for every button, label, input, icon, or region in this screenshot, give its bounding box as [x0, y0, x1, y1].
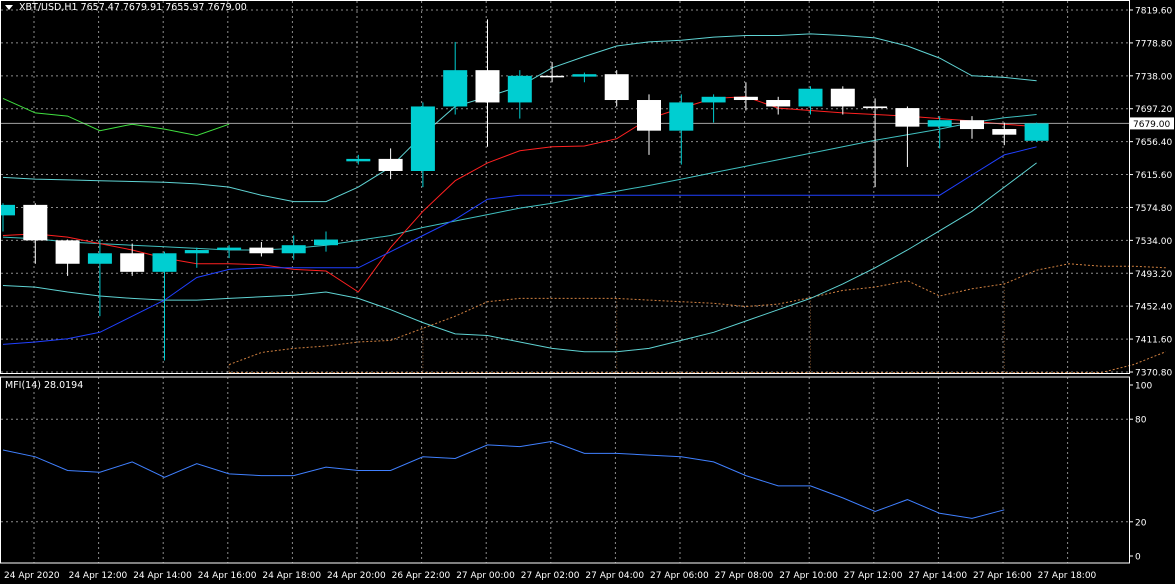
mfi-tick-label: 80: [1135, 416, 1147, 426]
candle-body: [346, 158, 371, 162]
candle-body: [152, 253, 177, 272]
candle-body: [960, 120, 984, 130]
symbol-info: XBT/USD,H1 7657.47 7679.91 7655.97 7679.…: [19, 2, 247, 13]
y-tick-label: 7411.60: [1135, 336, 1172, 346]
x-tick-label: 27 Apr 08:00: [715, 571, 774, 581]
y-tick-label: 7493.20: [1135, 270, 1172, 280]
x-tick-label: 27 Apr 00:00: [456, 571, 515, 581]
candle-body: [1024, 123, 1049, 141]
current-price-label: 7679.00: [1133, 120, 1170, 130]
candle-body: [378, 158, 403, 171]
mfi-tick-label: 20: [1135, 518, 1147, 528]
candle-body: [830, 88, 855, 107]
x-tick-label: 26 Apr 22:00: [392, 571, 451, 581]
x-tick-label: 24 Apr 14:00: [133, 571, 192, 581]
y-tick-label: 7534.00: [1135, 237, 1172, 247]
line-green_line: [2, 97, 230, 137]
x-tick-label: 24 Apr 18:00: [262, 571, 321, 581]
x-tick-label: 27 Apr 18:00: [1038, 571, 1097, 581]
candle-body: [507, 75, 532, 103]
cloud-cloud_lower: [229, 351, 1166, 374]
candle-body: [895, 108, 920, 127]
mfi-line: [2, 440, 1005, 519]
candle-body: [443, 70, 468, 107]
candle-body: [120, 253, 145, 272]
candle-body: [572, 74, 597, 77]
candle-body: [669, 102, 694, 131]
x-tick-label: 27 Apr 04:00: [585, 571, 644, 581]
y-tick-label: 7574.80: [1135, 204, 1172, 214]
candle-body: [55, 240, 80, 264]
candle-body: [87, 253, 112, 264]
candle-body: [184, 250, 209, 254]
main-panel-frame: [0, 0, 1130, 374]
candle-body: [863, 106, 888, 109]
x-tick-label: 27 Apr 16:00: [973, 571, 1032, 581]
y-tick-label: 7778.80: [1135, 39, 1172, 49]
candle-body: [0, 204, 15, 216]
candle-body: [701, 96, 726, 103]
axes: 24 Apr 2020 24 Apr 12:00 24 Apr 14:00 24 Ap…: [0, 0, 1174, 581]
y-tick-label: 7452.40: [1135, 303, 1172, 313]
y-tick-label: 7819.60: [1135, 7, 1172, 17]
mfi-tick-label: 0: [1135, 553, 1141, 563]
candle-body: [23, 204, 48, 241]
line-blue_line: [2, 146, 1037, 345]
grid: [1, 1, 1129, 563]
candle-body: [604, 74, 629, 101]
cloud-cloud_upper: [228, 263, 1166, 366]
candle-body: [475, 70, 500, 103]
candle-body: [992, 129, 1017, 135]
y-tick-label: 7370.80: [1135, 369, 1172, 379]
x-tick-label: 24 Apr 16:00: [198, 571, 257, 581]
chart-title: XBT/USD,H1 7657.47 7679.91 7655.97 7679.…: [5, 2, 247, 13]
candle-body: [249, 247, 274, 254]
candle-body: [281, 245, 306, 254]
y-tick-label: 7615.60: [1135, 171, 1172, 181]
y-tick-label: 7738.00: [1135, 72, 1172, 82]
x-tick-label: 24 Apr 12:00: [69, 571, 128, 581]
candle-body: [733, 96, 758, 101]
candle-body: [798, 88, 823, 107]
candle-body: [637, 100, 661, 131]
candle-body: [314, 239, 338, 246]
mfi-panel: [2, 440, 1005, 519]
x-tick-label: 27 Apr 02:00: [521, 571, 580, 581]
chart-canvas[interactable]: 24 Apr 2020 24 Apr 12:00 24 Apr 14:00 24 Ap…: [0, 0, 1175, 584]
candle-body: [927, 120, 952, 127]
candle-body: [217, 247, 242, 251]
candle-body: [766, 100, 791, 107]
indicator-lines: [1, 33, 1129, 353]
x-tick-label: 24 Apr 2020: [4, 571, 60, 581]
mfi-tick-label: 100: [1135, 382, 1152, 392]
dropdown-arrow-icon[interactable]: [5, 5, 13, 10]
x-tick-label: 27 Apr 14:00: [908, 571, 967, 581]
x-tick-label: 27 Apr 12:00: [844, 571, 903, 581]
mfi-panel-frame: [0, 376, 1130, 564]
mfi-title: MFI(14) 28.0194: [5, 380, 84, 391]
candle-body: [410, 106, 435, 171]
x-tick-label: 27 Apr 10:00: [779, 571, 838, 581]
ichimoku-cloud: [228, 263, 1166, 374]
y-tick-label: 7697.20: [1135, 105, 1172, 115]
candle-body: [540, 75, 565, 78]
y-tick-label: 7656.40: [1135, 138, 1172, 148]
candles: [0, 19, 1049, 361]
x-tick-label: 27 Apr 06:00: [650, 571, 709, 581]
x-tick-label: 24 Apr 20:00: [327, 571, 386, 581]
